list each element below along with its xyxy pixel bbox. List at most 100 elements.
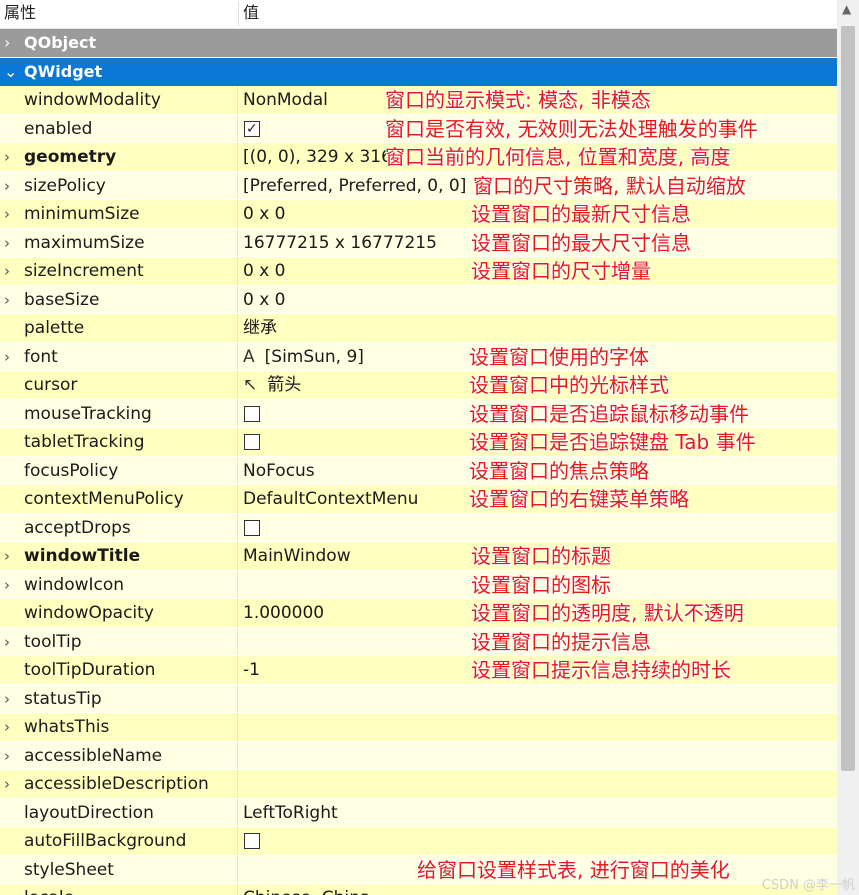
property-name-cell[interactable]: › windowTitle (0, 542, 238, 570)
property-value[interactable]: 0 x 0 (243, 286, 286, 315)
scroll-up-icon[interactable]: ▲ (842, 2, 851, 16)
property-row-statusTip[interactable]: › statusTip (0, 684, 837, 713)
property-value[interactable]: MainWindow (243, 542, 351, 571)
property-row-baseSize[interactable]: › baseSize 0 x 0 (0, 285, 837, 315)
property-value[interactable]: 16777215 x 16777215 (243, 229, 437, 258)
property-name-cell[interactable]: › windowIcon (0, 570, 238, 600)
group-qobject[interactable]: › QObject (0, 29, 837, 58)
chevron-right-icon[interactable]: › (4, 571, 10, 600)
property-checkbox[interactable] (244, 833, 260, 849)
property-row-acceptDrops[interactable]: acceptDrops (0, 513, 837, 542)
property-name-cell[interactable]: windowOpacity (0, 599, 238, 627)
chevron-right-icon[interactable]: › (4, 286, 10, 315)
property-name-cell[interactable]: › locale (0, 884, 238, 895)
chevron-right-icon[interactable]: › (4, 713, 10, 742)
property-name-cell[interactable]: › accessibleDescription (0, 770, 238, 798)
property-name-cell[interactable]: autoFillBackground (0, 827, 238, 855)
property-name-cell[interactable]: styleSheet (0, 855, 238, 883)
property-value[interactable]: ↖ 箭头 (243, 371, 301, 400)
property-row-maximumSize[interactable]: › maximumSize 16777215 x 16777215 设置窗口的最大尺寸… (0, 228, 837, 258)
property-checkbox[interactable] (244, 434, 260, 450)
property-name-cell[interactable]: › maximumSize (0, 228, 238, 258)
property-name-cell[interactable]: › sizePolicy (0, 171, 238, 201)
property-row-focusPolicy[interactable]: focusPolicy NoFocus 设置窗口的焦点策略 (0, 456, 837, 486)
property-checkbox[interactable] (244, 519, 260, 536)
property-checkbox[interactable] (244, 405, 260, 422)
property-name-cell[interactable]: windowModality (0, 86, 238, 114)
property-row-mouseTracking[interactable]: mouseTracking 设置窗口是否追踪鼠标移动事件 (0, 399, 837, 428)
property-value[interactable]: [Preferred, Preferred, 0, 0] (243, 172, 466, 201)
property-name-cell[interactable]: focusPolicy (0, 456, 238, 484)
property-name-cell[interactable]: › toolTip (0, 627, 238, 657)
property-name-cell[interactable]: layoutDirection (0, 798, 238, 826)
property-value[interactable]: 0 x 0 (243, 257, 286, 286)
column-divider[interactable] (238, 2, 239, 26)
property-value[interactable]: NonModal (243, 86, 328, 115)
property-name-cell[interactable]: acceptDrops (0, 513, 238, 541)
property-row-whatsThis[interactable]: › whatsThis (0, 713, 837, 742)
scrollbar-thumb[interactable] (841, 26, 855, 771)
property-name-cell[interactable]: › minimumSize (0, 200, 238, 228)
chevron-right-icon[interactable]: › (4, 343, 10, 372)
property-row-windowIcon[interactable]: › windowIcon 设置窗口的图标 (0, 570, 837, 600)
property-column-header[interactable]: 属性 (4, 0, 36, 28)
chevron-right-icon[interactable]: › (4, 884, 10, 895)
property-value[interactable]: 1.000000 (243, 599, 324, 628)
chevron-down-icon[interactable]: ⌄ (4, 58, 17, 86)
property-row-windowModality[interactable]: windowModality NonModal 窗口的显示模式: 模态, 非模态 (0, 86, 837, 115)
property-row-locale[interactable]: › locale Chinese, China (0, 884, 837, 895)
property-row-windowTitle[interactable]: › windowTitle MainWindow 设置窗口的标题 (0, 542, 837, 571)
property-row-sizePolicy[interactable]: › sizePolicy [Preferred, Preferred, 0, 0] 窗… (0, 171, 837, 201)
property-value[interactable]: A [SimSun, 9] (243, 343, 364, 372)
property-row-toolTipDuration[interactable]: toolTipDuration -1 设置窗口提示信息持续的时长 (0, 656, 837, 685)
chevron-right-icon[interactable]: › (4, 628, 10, 657)
chevron-right-icon[interactable]: › (4, 770, 10, 799)
property-name-cell[interactable]: › baseSize (0, 285, 238, 315)
property-value[interactable]: NoFocus (243, 457, 315, 486)
property-row-accessibleDescription[interactable]: › accessibleDescription (0, 770, 837, 799)
property-row-tabletTracking[interactable]: tabletTracking 设置窗口是否追踪键盘 Tab 事件 (0, 428, 837, 457)
property-row-toolTip[interactable]: › toolTip 设置窗口的提示信息 (0, 627, 837, 657)
property-value[interactable]: DefaultContextMenu (243, 485, 418, 514)
property-name-cell[interactable]: contextMenuPolicy (0, 485, 238, 513)
vertical-scrollbar[interactable]: ▲ (837, 0, 859, 895)
property-name-cell[interactable]: › statusTip (0, 684, 238, 712)
group-qwidget[interactable]: ⌄ QWidget (0, 58, 837, 86)
property-row-layoutDirection[interactable]: layoutDirection LeftToRight (0, 798, 837, 828)
chevron-right-icon[interactable]: › (4, 229, 10, 258)
chevron-right-icon[interactable]: › (4, 172, 10, 201)
property-name-cell[interactable]: tabletTracking (0, 428, 238, 456)
property-row-styleSheet[interactable]: styleSheet 给窗口设置样式表, 进行窗口的美化 (0, 855, 837, 884)
property-row-windowOpacity[interactable]: windowOpacity 1.000000 设置窗口的透明度, 默认不透明 (0, 599, 837, 628)
property-name-cell[interactable]: mouseTracking (0, 399, 238, 427)
property-value[interactable]: LeftToRight (243, 799, 338, 828)
property-name-cell[interactable]: › accessibleName (0, 741, 238, 771)
property-checkbox[interactable]: ✓ (244, 120, 260, 137)
property-row-contextMenuPolicy[interactable]: contextMenuPolicy DefaultContextMenu 设置窗口的… (0, 485, 837, 514)
property-row-font[interactable]: › font A [SimSun, 9] 设置窗口使用的字体 (0, 342, 837, 372)
property-value[interactable]: 0 x 0 (243, 200, 286, 229)
property-name-cell[interactable]: toolTipDuration (0, 656, 238, 684)
property-row-cursor[interactable]: cursor ↖ 箭头 设置窗口中的光标样式 (0, 371, 837, 400)
property-row-palette[interactable]: palette 继承 (0, 314, 837, 343)
chevron-right-icon[interactable]: › (4, 542, 10, 571)
property-name-cell[interactable]: › geometry (0, 143, 238, 171)
property-row-autoFillBackground[interactable]: autoFillBackground (0, 827, 837, 856)
chevron-right-icon[interactable]: › (4, 29, 10, 57)
property-row-sizeIncrement[interactable]: › sizeIncrement 0 x 0 设置窗口的尺寸增量 (0, 257, 837, 286)
chevron-right-icon[interactable]: › (4, 200, 10, 229)
chevron-right-icon[interactable]: › (4, 257, 10, 286)
property-value[interactable]: [(0, 0), 329 x 316 (243, 143, 392, 172)
property-name-cell[interactable]: › font (0, 342, 238, 372)
property-value[interactable]: -1 (243, 656, 260, 685)
property-name-cell[interactable]: enabled (0, 114, 238, 142)
property-value[interactable]: Chinese, China (243, 884, 370, 895)
property-row-minimumSize[interactable]: › minimumSize 0 x 0 设置窗口的最新尺寸信息 (0, 200, 837, 229)
property-value[interactable]: 继承 (243, 314, 277, 343)
chevron-right-icon[interactable]: › (4, 742, 10, 771)
property-row-accessibleName[interactable]: › accessibleName (0, 741, 837, 771)
property-row-geometry[interactable]: › geometry [(0, 0), 329 x 316 窗口当前的几何信息, 位置… (0, 143, 837, 172)
property-row-enabled[interactable]: enabled ✓ 窗口是否有效, 无效则无法处理触发的事件 (0, 114, 837, 143)
chevron-right-icon[interactable]: › (4, 143, 10, 172)
property-name-cell[interactable]: cursor (0, 371, 238, 399)
